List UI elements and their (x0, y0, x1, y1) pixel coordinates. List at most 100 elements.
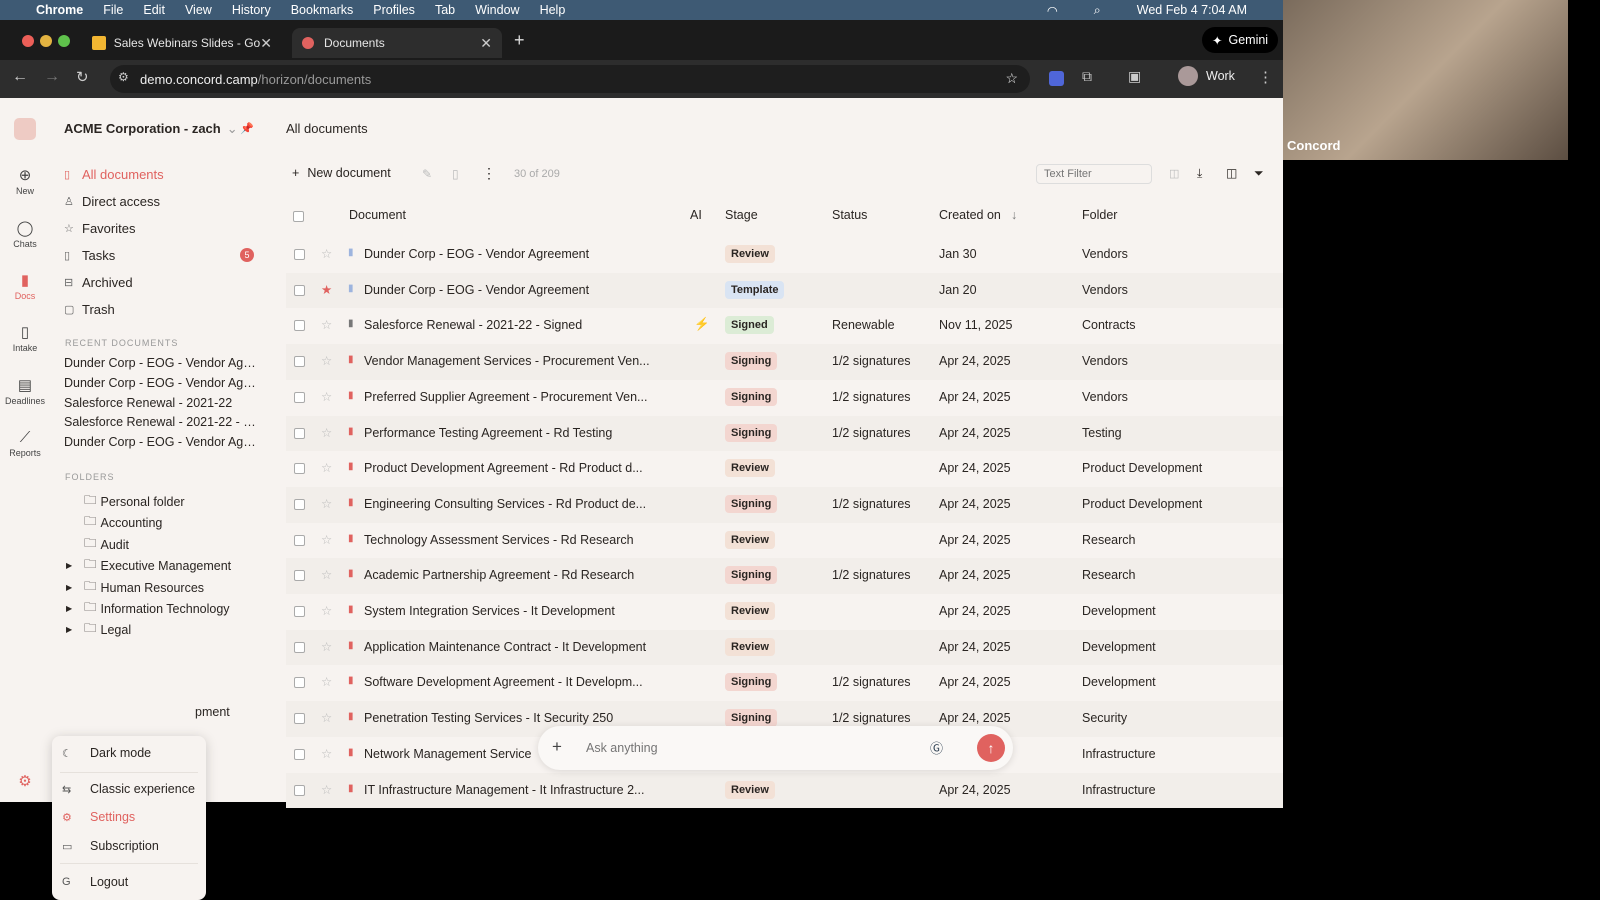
folder-link[interactable]: Vendors (1082, 247, 1128, 261)
folder-human-resources[interactable]: ▶ 🗀 Human Resources (66, 577, 204, 598)
folder-hidden[interactable]: pment (195, 705, 230, 719)
folder-link[interactable]: Infrastructure (1082, 783, 1156, 797)
folder-link[interactable]: Research (1082, 533, 1136, 547)
column-header-status[interactable]: Status (832, 208, 867, 222)
tab-slides[interactable]: Sales Webinars Slides - Goog ✕ (82, 28, 282, 58)
document-name-link[interactable]: Academic Partnership Agreement - Rd Rese… (364, 568, 634, 582)
row-checkbox[interactable] (294, 677, 305, 689)
reload-icon[interactable]: ↻ (76, 68, 89, 86)
sign-icon[interactable]: ✎ (422, 167, 432, 181)
folder-personal[interactable]: 🗀 Personal folder (84, 491, 185, 512)
folder-link[interactable]: Security (1082, 711, 1127, 725)
new-tab-button[interactable]: + (514, 30, 525, 51)
row-checkbox[interactable] (294, 320, 305, 332)
table-row[interactable]: ☆ ▮ Technology Assessment Services - Rd … (286, 523, 1283, 559)
favorite-star-icon[interactable]: ☆ (321, 567, 332, 582)
favorite-star-icon[interactable]: ★ (321, 282, 332, 297)
row-checkbox[interactable] (294, 427, 305, 439)
site-settings-icon[interactable]: ⚙ (118, 70, 129, 84)
org-logo[interactable] (14, 118, 36, 140)
expand-caret-icon[interactable]: ▶ (66, 561, 80, 570)
favorite-star-icon[interactable]: ☆ (321, 389, 332, 404)
ask-bar[interactable]: + Ⓖ ↑ (538, 726, 1013, 770)
folder-link[interactable]: Development (1082, 675, 1156, 689)
table-row[interactable]: ☆ ▮ Dunder Corp - EOG - Vendor Agreement… (286, 237, 1283, 273)
nav-all-documents[interactable]: ▯ All documents (64, 167, 164, 182)
rail-chats[interactable]: ◯ Chats (0, 219, 50, 249)
recent-document[interactable]: Salesforce Renewal - 2021-22 (64, 396, 259, 410)
rail-docs[interactable]: ▮ Docs (0, 271, 50, 301)
extensions-puzzle-icon[interactable]: ⧉ (1082, 68, 1092, 85)
expand-caret-icon[interactable]: ▶ (66, 625, 80, 634)
menu-file[interactable]: File (103, 3, 123, 17)
favorite-star-icon[interactable]: ☆ (321, 460, 332, 475)
tab-search-icon[interactable]: ▣ (1128, 68, 1141, 85)
select-all-checkbox[interactable] (293, 211, 304, 222)
row-checkbox[interactable] (294, 606, 305, 617)
document-name-link[interactable]: System Integration Services - It Develop… (364, 604, 615, 618)
wifi-icon[interactable]: ◠ (1047, 3, 1058, 18)
favorite-star-icon[interactable]: ☆ (321, 603, 332, 618)
table-row[interactable]: ☆ ▮ Application Maintenance Contract - I… (286, 629, 1283, 666)
document-name-link[interactable]: IT Infrastructure Management - It Infras… (364, 783, 644, 797)
minimize-window-button[interactable] (40, 35, 52, 47)
folder-link[interactable]: Infrastructure (1082, 747, 1156, 761)
column-header-ai[interactable]: AI (690, 208, 702, 222)
text-filter-input[interactable] (1036, 164, 1152, 184)
row-checkbox[interactable] (294, 748, 305, 760)
menu-item-settings[interactable]: ⚙ Settings (62, 810, 135, 824)
table-row[interactable]: ☆ ▮ Software Development Agreement - It … (286, 665, 1283, 701)
back-icon[interactable]: ← (12, 68, 28, 86)
document-name-link[interactable]: Dunder Corp - EOG - Vendor Agreement (364, 283, 589, 297)
favorite-star-icon[interactable]: ☆ (321, 496, 332, 511)
rail-reports[interactable]: ⟋ Reports (0, 429, 50, 458)
table-row[interactable]: ☆ ▮ Academic Partnership Agreement - Rd … (286, 558, 1283, 594)
table-row[interactable]: ☆ ▮ Preferred Supplier Agreement - Procu… (286, 380, 1283, 416)
menu-item-classic-experience[interactable]: ⇆ Classic experience (62, 782, 195, 796)
menu-profiles[interactable]: Profiles (373, 3, 415, 17)
column-header-created-on[interactable]: Created on (939, 208, 1001, 222)
row-checkbox[interactable] (294, 570, 305, 582)
menu-tab[interactable]: Tab (435, 3, 455, 17)
favorite-star-icon[interactable]: ☆ (321, 710, 332, 725)
row-checkbox[interactable] (294, 784, 305, 796)
menu-view[interactable]: View (185, 3, 212, 17)
nav-direct-access[interactable]: ♙ Direct access (64, 194, 160, 209)
recent-document[interactable]: Dunder Corp - EOG - Vendor Agreement (64, 435, 259, 449)
close-tab-icon[interactable]: ✕ (260, 35, 272, 52)
new-document-button[interactable]: + New document (292, 166, 391, 180)
chrome-menu-icon[interactable]: ⋮ (1258, 68, 1273, 86)
column-header-stage[interactable]: Stage (725, 208, 758, 222)
close-tab-icon[interactable]: ✕ (480, 35, 492, 52)
favorite-star-icon[interactable]: ☆ (321, 782, 332, 797)
document-name-link[interactable]: Salesforce Renewal - 2021-22 - Signed (364, 318, 582, 332)
filter-icon[interactable]: ⏷ (1254, 166, 1264, 181)
rail-new[interactable]: ⊕ New (0, 166, 50, 196)
folder-information-technology[interactable]: ▶ 🗀 Information Technology (66, 598, 230, 619)
favorite-star-icon[interactable]: ☆ (321, 246, 332, 261)
table-row[interactable]: ☆ ▮ Vendor Management Services - Procure… (286, 344, 1283, 380)
folder-legal[interactable]: ▶ 🗀 Legal (66, 619, 131, 640)
nav-trash[interactable]: ▢ Trash (64, 302, 115, 317)
row-checkbox[interactable] (294, 284, 305, 296)
menu-bookmarks[interactable]: Bookmarks (291, 3, 354, 17)
document-name-link[interactable]: Technology Assessment Services - Rd Rese… (364, 533, 634, 547)
document-name-link[interactable]: Penetration Testing Services - It Securi… (364, 711, 613, 725)
folder-audit[interactable]: 🗀 Audit (84, 534, 129, 555)
folder-link[interactable]: Vendors (1082, 283, 1128, 297)
recent-document[interactable]: Dunder Corp - EOG - Vendor Agreement (64, 376, 259, 390)
org-switcher[interactable]: ACME Corporation - zach ⌄ (64, 121, 238, 137)
row-checkbox[interactable] (294, 534, 305, 546)
folder-link[interactable]: Development (1082, 640, 1156, 654)
rail-intake[interactable]: ▯ Intake (0, 323, 50, 353)
nav-archived[interactable]: ⊟ Archived (64, 275, 133, 290)
menu-item-dark-mode[interactable]: ☾ Dark mode (62, 746, 151, 760)
tab-documents[interactable]: Documents ✕ (292, 28, 502, 58)
document-name-link[interactable]: Engineering Consulting Services - Rd Pro… (364, 497, 646, 511)
folder-link[interactable]: Vendors (1082, 354, 1128, 368)
document-name-link[interactable]: Application Maintenance Contract - It De… (364, 640, 646, 654)
clock[interactable]: Wed Feb 4 7:04 AM (1137, 3, 1247, 17)
folder-link[interactable]: Testing (1082, 426, 1122, 440)
menu-app[interactable]: Chrome (36, 3, 83, 17)
bookmark-star-icon[interactable]: ☆ (1005, 70, 1018, 87)
